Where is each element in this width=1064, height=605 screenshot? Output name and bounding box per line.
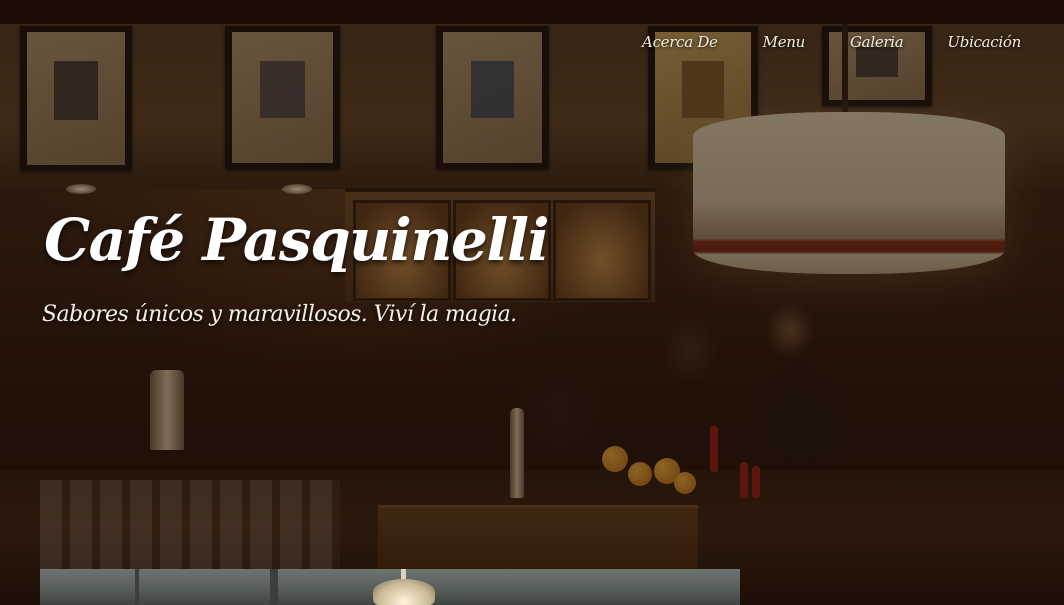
nav-link-galeria[interactable]: Galeria bbox=[850, 33, 904, 51]
hero-title: Café Pasquinelli bbox=[44, 206, 550, 274]
hanging-lamp bbox=[373, 579, 435, 605]
nav-link-acerca-de[interactable]: Acerca De bbox=[642, 33, 718, 51]
next-section-image bbox=[40, 569, 740, 605]
hero-subtitle: Sabores únicos y maravillosos. Viví la m… bbox=[42, 302, 517, 327]
main-navigation: Acerca De Menu Galeria Ubicación bbox=[642, 33, 1021, 51]
nav-link-ubicacion[interactable]: Ubicación bbox=[947, 33, 1021, 51]
hero-section: Acerca De Menu Galeria Ubicación Café Pa… bbox=[0, 0, 1064, 605]
nav-link-menu[interactable]: Menu bbox=[763, 33, 806, 51]
